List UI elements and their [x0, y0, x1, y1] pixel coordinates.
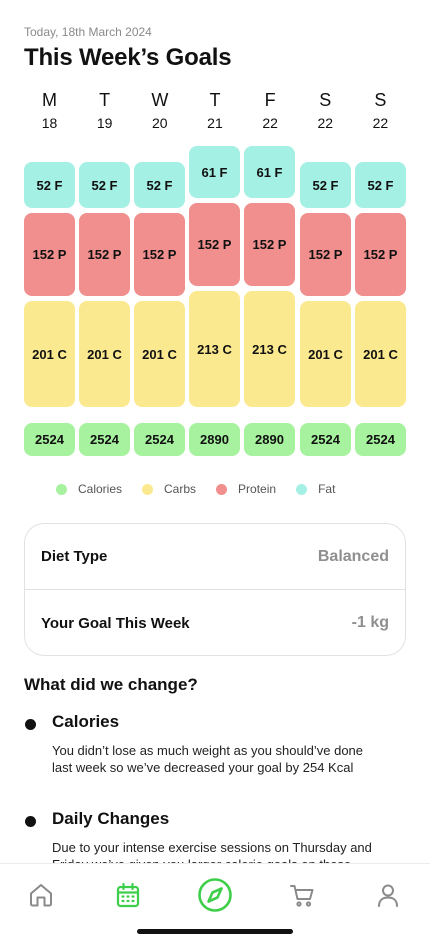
nav-cart[interactable]	[285, 878, 319, 912]
protein-block[interactable]: 152 P	[244, 203, 295, 286]
legend-dot	[296, 483, 308, 495]
fat-block[interactable]: 52 F	[24, 162, 75, 208]
carbs-block[interactable]: 201 C	[24, 301, 75, 407]
week-days-row: M 18 T 19 W 20 T 21 F 22 S 22 S 22	[24, 90, 406, 132]
change-item-daily: Daily Changes Due to your intense exerci…	[24, 809, 384, 889]
legend-dot	[142, 483, 154, 495]
bullet-icon	[25, 719, 36, 730]
calendar-icon	[116, 882, 140, 908]
day-letter: M	[42, 90, 57, 110]
weekly-goal-row[interactable]: Your Goal This Week -1 kg	[25, 590, 405, 656]
nav-home[interactable]	[24, 878, 58, 912]
compass-icon	[198, 878, 232, 912]
legend-calories: Calories	[56, 482, 122, 496]
day-mon[interactable]: M 18	[24, 90, 75, 132]
day-sun[interactable]: S 22	[355, 90, 406, 132]
carbs-block[interactable]: 213 C	[244, 291, 295, 407]
calories-block[interactable]: 2524	[79, 423, 130, 456]
day-number: 21	[207, 115, 223, 131]
protein-block[interactable]: 152 P	[24, 213, 75, 296]
day-wed[interactable]: W 20	[134, 90, 185, 132]
diet-type-value: Balanced	[317, 547, 389, 565]
date-text: Today, 18th March 2024	[24, 25, 152, 39]
day-letter: W	[151, 90, 169, 110]
fat-block[interactable]: 52 F	[355, 162, 406, 208]
legend-label: Calories	[78, 482, 123, 496]
calories-block[interactable]: 2524	[24, 423, 75, 456]
cart-icon	[290, 885, 314, 907]
legend-label: Protein	[238, 482, 277, 496]
diet-type-row[interactable]: Diet Type Balanced	[25, 524, 405, 590]
change-item-calories: Calories You didn’t lose as much weight …	[24, 712, 384, 802]
day-tue[interactable]: T 19	[79, 90, 130, 132]
legend-carbs: Carbs	[142, 482, 196, 496]
diet-summary-card: Diet Type Balanced Your Goal This Week -…	[24, 523, 406, 656]
day-fri[interactable]: F 22	[245, 90, 296, 132]
change-description: You didn’t lose as much weight as you sh…	[52, 743, 364, 775]
day-letter: S	[374, 90, 387, 110]
nav-explore[interactable]	[197, 877, 233, 913]
protein-block[interactable]: 152 P	[79, 213, 130, 296]
day-thu[interactable]: T 21	[189, 90, 240, 132]
legend-protein: Protein	[216, 482, 276, 496]
macro-legend: Calories Carbs Protein Fat	[56, 482, 355, 496]
day-number: 19	[96, 115, 113, 131]
bullet-icon	[25, 816, 36, 827]
carbs-block[interactable]: 213 C	[189, 291, 240, 407]
fat-block[interactable]: 61 F	[189, 146, 240, 198]
page-title: This Week’s Goals	[24, 44, 232, 71]
fat-block[interactable]: 61 F	[244, 146, 295, 198]
calories-block[interactable]: 2524	[355, 423, 406, 456]
diet-type-label: Diet Type	[41, 548, 108, 565]
carbs-block[interactable]: 201 C	[300, 301, 351, 407]
calories-block[interactable]: 2890	[189, 423, 240, 456]
day-number: 22	[317, 115, 334, 131]
fat-block[interactable]: 52 F	[134, 162, 185, 208]
carbs-block[interactable]: 201 C	[134, 301, 185, 407]
calories-block[interactable]: 2524	[300, 423, 351, 456]
weekly-goal-value: -1 kg	[351, 614, 389, 631]
weekly-goal-label: Your Goal This Week	[41, 614, 190, 632]
day-number: 22	[372, 115, 389, 131]
day-letter: F	[264, 90, 276, 110]
day-number: 18	[41, 115, 58, 131]
nav-calendar[interactable]	[111, 878, 145, 912]
home-indicator	[137, 929, 293, 934]
protein-block[interactable]: 152 P	[300, 213, 351, 296]
legend-fat: Fat	[296, 482, 335, 496]
legend-dot	[56, 483, 67, 495]
day-sat[interactable]: S 22	[300, 90, 351, 132]
fat-block[interactable]: 52 F	[79, 162, 130, 208]
fat-block[interactable]: 52 F	[300, 162, 351, 208]
changes-heading: What did we change?	[24, 675, 198, 694]
day-number: 20	[152, 115, 168, 131]
nav-profile[interactable]	[371, 878, 405, 912]
carbs-block[interactable]: 201 C	[355, 301, 406, 407]
home-icon	[30, 884, 52, 907]
day-letter: T	[209, 90, 221, 110]
legend-label: Carbs	[164, 482, 197, 496]
protein-block[interactable]: 152 P	[189, 203, 240, 286]
carbs-block[interactable]: 201 C	[79, 301, 130, 407]
protein-block[interactable]: 152 P	[134, 213, 185, 296]
profile-icon	[378, 884, 398, 907]
calories-block[interactable]: 2890	[244, 423, 295, 456]
change-title: Daily Changes	[52, 809, 170, 828]
day-number: 22	[262, 115, 278, 131]
day-letter: S	[319, 90, 332, 110]
legend-dot	[216, 483, 228, 495]
change-title: Calories	[52, 712, 120, 731]
protein-block[interactable]: 152 P	[355, 213, 406, 296]
day-letter: T	[99, 90, 111, 110]
calories-block[interactable]: 2524	[134, 423, 185, 456]
legend-label: Fat	[318, 482, 336, 496]
